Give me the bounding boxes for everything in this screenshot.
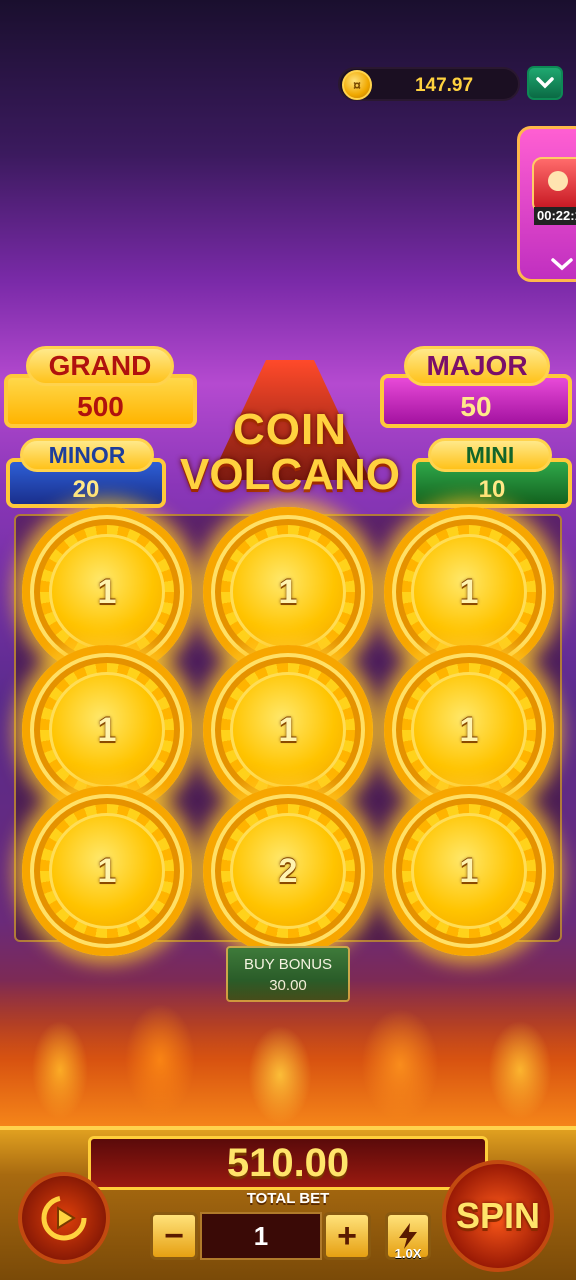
increase-bet-button[interactable]: + bbox=[323, 1212, 371, 1260]
balance-display: ¤ 147.97 bbox=[338, 67, 520, 101]
bet-value: 1 bbox=[200, 1212, 322, 1260]
grand-jackpot-label: GRAND bbox=[26, 346, 174, 386]
coin-icon: ¤ bbox=[342, 70, 372, 100]
logo-word-1: COIN bbox=[233, 405, 347, 454]
mini-jackpot-label: MINI bbox=[428, 438, 552, 472]
coin-value: 1 bbox=[411, 534, 527, 650]
coin-value: 1 bbox=[49, 813, 165, 929]
autoplay-icon bbox=[41, 1195, 87, 1241]
coin-value: 1 bbox=[411, 813, 527, 929]
fire-decoration bbox=[0, 980, 576, 1140]
promo-timer: 00:22:1 bbox=[534, 207, 576, 225]
coin-value: 2 bbox=[230, 813, 346, 929]
coin-symbol: 2 bbox=[203, 786, 373, 956]
major-jackpot-label: MAJOR bbox=[404, 346, 550, 386]
side-promo-widget[interactable]: 00:22:1 bbox=[517, 126, 576, 282]
buy-bonus-label: BUY BONUS bbox=[243, 956, 333, 973]
game-logo: COIN VOLCANO bbox=[180, 350, 400, 510]
coin-value: 1 bbox=[49, 672, 165, 788]
coin-symbol: 1 bbox=[384, 786, 554, 956]
chevron-down-icon bbox=[536, 77, 554, 89]
gift-icon bbox=[532, 157, 576, 213]
minor-jackpot-label: MINOR bbox=[20, 438, 154, 472]
turbo-multiplier: 1.0X bbox=[394, 1246, 422, 1261]
win-amount: 510.00 bbox=[88, 1136, 488, 1190]
autoplay-button[interactable] bbox=[18, 1172, 110, 1264]
balance-amount: 147.97 bbox=[414, 75, 474, 96]
coin-value: 1 bbox=[230, 672, 346, 788]
coin-value: 1 bbox=[49, 534, 165, 650]
chevron-down-icon[interactable] bbox=[550, 257, 574, 271]
menu-dropdown-button[interactable] bbox=[527, 66, 563, 100]
logo-word-2: VOLCANO bbox=[180, 450, 400, 499]
coin-value: 1 bbox=[230, 534, 346, 650]
spin-button[interactable]: SPIN bbox=[442, 1160, 554, 1272]
coin-symbol: 1 bbox=[22, 786, 192, 956]
decrease-bet-button[interactable]: − bbox=[150, 1212, 198, 1260]
coin-value: 1 bbox=[411, 672, 527, 788]
